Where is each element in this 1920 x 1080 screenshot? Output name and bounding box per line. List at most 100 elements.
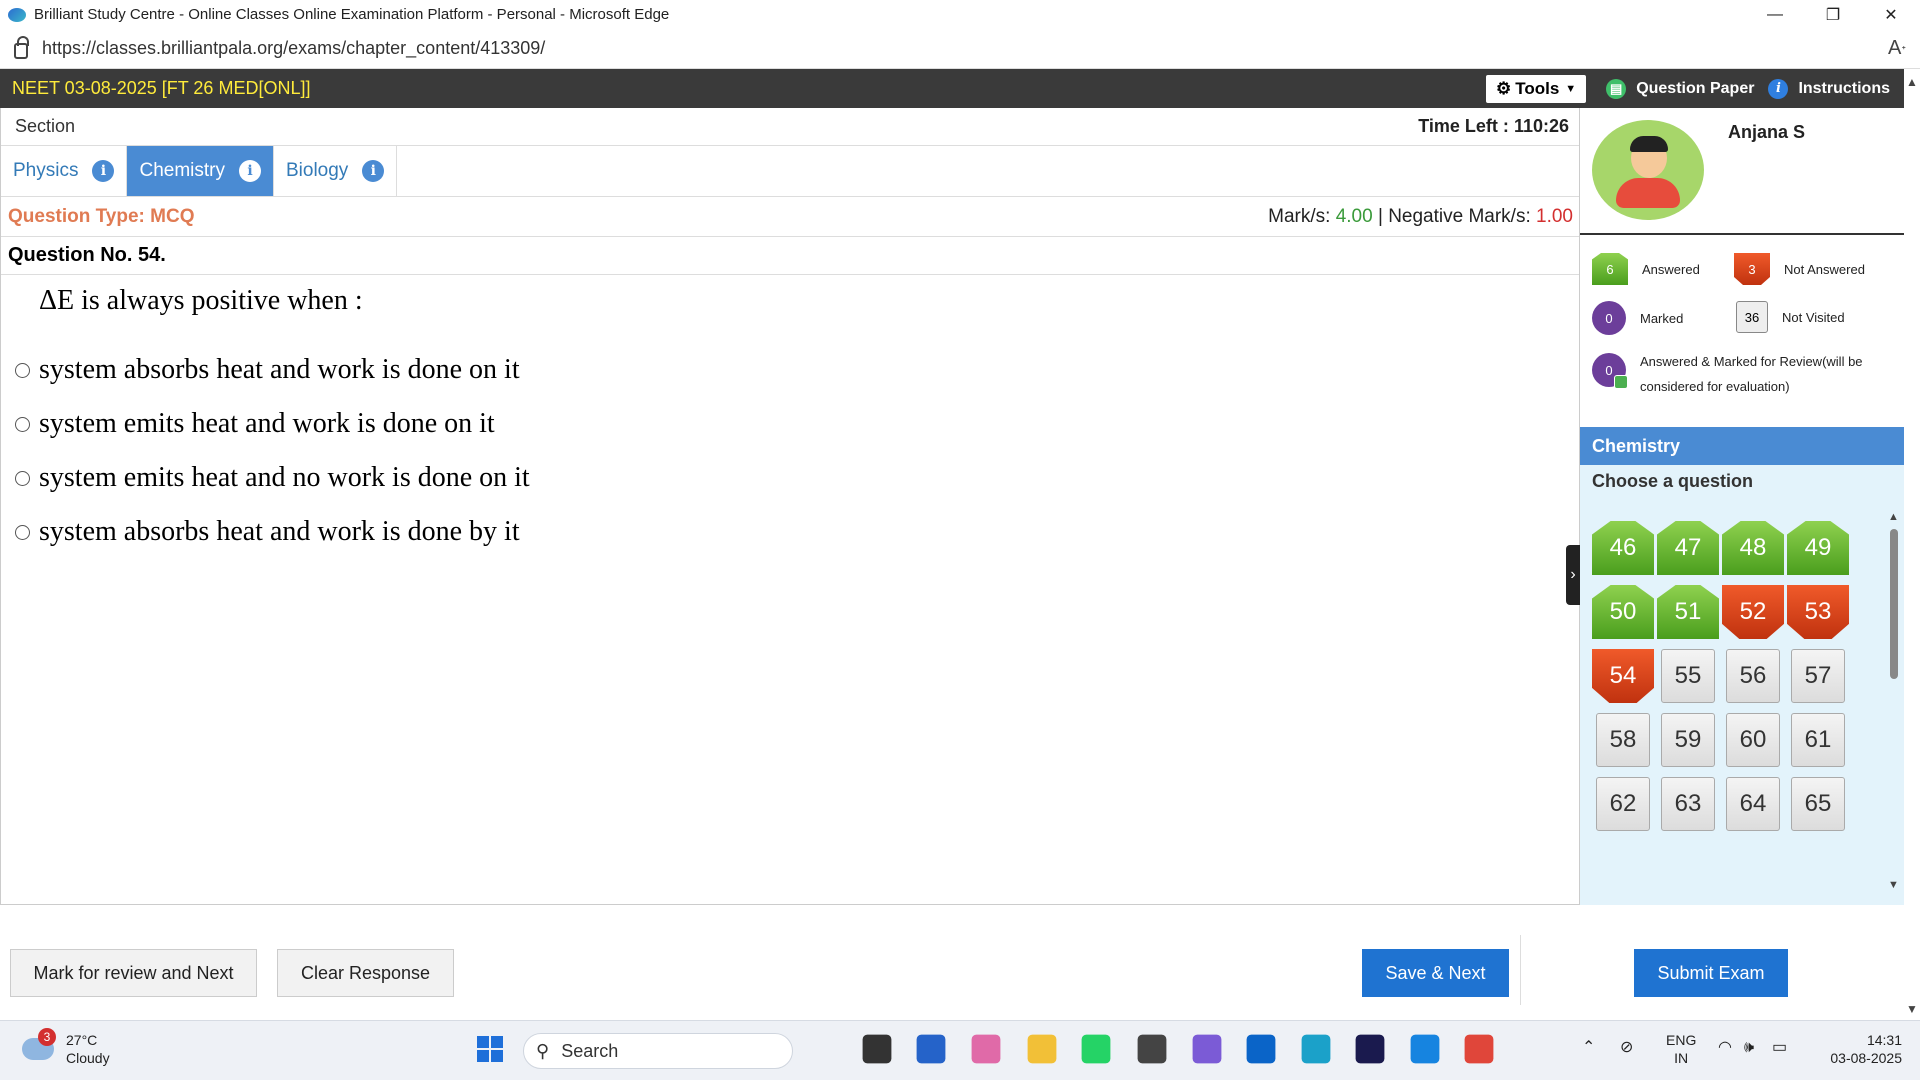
- question-button-63[interactable]: 63: [1661, 777, 1715, 831]
- question-button-65[interactable]: 65: [1791, 777, 1845, 831]
- question-paper-link[interactable]: ▤ Question Paper: [1606, 78, 1755, 99]
- tab-biology[interactable]: Biology i: [274, 146, 398, 196]
- chevron-up-icon[interactable]: ⌃: [1582, 1039, 1595, 1057]
- language-indicator[interactable]: ENG IN: [1666, 1031, 1696, 1067]
- scroll-up-icon[interactable]: ▲: [1906, 75, 1918, 89]
- question-paper-label: Question Paper: [1636, 79, 1755, 97]
- copilot-icon[interactable]: [971, 1034, 1001, 1064]
- tab-physics[interactable]: Physics i: [1, 146, 128, 196]
- submit-exam-button[interactable]: Submit Exam: [1634, 949, 1788, 997]
- question-button-47[interactable]: 47: [1657, 521, 1719, 575]
- dell-icon[interactable]: [1137, 1034, 1167, 1064]
- weather-widget[interactable]: 3 27°C Cloudy: [22, 1028, 110, 1067]
- question-button-60[interactable]: 60: [1726, 713, 1780, 767]
- scroll-thumb[interactable]: [1890, 529, 1898, 679]
- network-off-icon[interactable]: ⊘: [1620, 1039, 1633, 1057]
- m365-icon[interactable]: [1192, 1034, 1222, 1064]
- question-button-54[interactable]: 54: [1592, 649, 1654, 703]
- taskbar-search[interactable]: ⚲ Search: [523, 1033, 793, 1069]
- answered-badge: 6: [1592, 253, 1628, 285]
- temperature: 27°C: [66, 1032, 98, 1048]
- page-scrollbar[interactable]: ▲ ▼: [1904, 69, 1920, 1020]
- file-explorer-icon[interactable]: [1027, 1034, 1057, 1064]
- info-icon[interactable]: i: [238, 160, 261, 182]
- question-button-51[interactable]: 51: [1657, 585, 1719, 639]
- option-radio[interactable]: [15, 416, 30, 432]
- option-text[interactable]: system emits heat and work is done on it: [39, 408, 495, 440]
- option-radio[interactable]: [15, 524, 30, 540]
- clear-response-button[interactable]: Clear Response: [277, 949, 454, 997]
- option-radio[interactable]: [15, 362, 30, 378]
- question-button-53[interactable]: 53: [1787, 585, 1849, 639]
- task-view-icon[interactable]: [862, 1034, 892, 1064]
- edge-icon: [8, 7, 26, 22]
- question-button-50[interactable]: 50: [1592, 585, 1654, 639]
- notification-badge: 3: [38, 1028, 56, 1046]
- option-text[interactable]: system absorbs heat and work is done by …: [39, 516, 520, 548]
- chevron-right-icon: ›: [1570, 566, 1576, 583]
- panel-collapse-handle[interactable]: ›: [1566, 545, 1580, 605]
- option-text[interactable]: system emits heat and no work is done on…: [39, 462, 530, 494]
- whatsapp-icon[interactable]: [1081, 1034, 1111, 1064]
- scroll-up-icon[interactable]: ▲: [1888, 511, 1899, 523]
- question-button-58[interactable]: 58: [1596, 713, 1650, 767]
- question-button-46[interactable]: 46: [1592, 521, 1654, 575]
- info-icon[interactable]: i: [362, 160, 385, 182]
- question-button-56[interactable]: 56: [1726, 649, 1780, 703]
- question-button-57[interactable]: 57: [1791, 649, 1845, 703]
- instructions-link[interactable]: i Instructions: [1768, 78, 1890, 99]
- close-button[interactable]: ✕: [1862, 0, 1920, 29]
- question-button-48[interactable]: 48: [1722, 521, 1784, 575]
- info-icon[interactable]: i: [92, 160, 115, 182]
- question-button-64[interactable]: 64: [1726, 777, 1780, 831]
- url-text[interactable]: https://classes.brilliantpala.org/exams/…: [42, 38, 1888, 59]
- store-icon[interactable]: [916, 1034, 946, 1064]
- scroll-down-icon[interactable]: ▼: [1888, 879, 1899, 891]
- question-button-59[interactable]: 59: [1661, 713, 1715, 767]
- section-tabs: Physics i Chemistry i Biology i: [1, 146, 1579, 197]
- option-1[interactable]: system absorbs heat and work is done on …: [1, 343, 1579, 397]
- question-button-52[interactable]: 52: [1722, 585, 1784, 639]
- option-text[interactable]: system absorbs heat and work is done on …: [39, 354, 520, 386]
- window-title: Brilliant Study Centre - Online Classes …: [34, 6, 670, 23]
- outlook-icon[interactable]: [1246, 1034, 1276, 1064]
- edge-icon[interactable]: [1301, 1034, 1331, 1064]
- clock[interactable]: 14:31 03-08-2025: [1818, 1031, 1902, 1067]
- option-2[interactable]: system emits heat and work is done on it: [1, 397, 1579, 451]
- wifi-icon[interactable]: ◠: [1718, 1039, 1732, 1057]
- status-panel: Anjana S 6 Answered 3 Not Answered 0 Mar…: [1580, 108, 1904, 905]
- chrome-icon[interactable]: [1464, 1034, 1494, 1064]
- battery-icon[interactable]: ▭: [1772, 1039, 1787, 1057]
- legend-not-visited: 36 Not Visited: [1736, 301, 1845, 333]
- question-button-61[interactable]: 61: [1791, 713, 1845, 767]
- save-next-button[interactable]: Save & Next: [1362, 949, 1509, 997]
- option-3[interactable]: system emits heat and no work is done on…: [1, 451, 1579, 505]
- start-button[interactable]: [472, 1031, 508, 1067]
- profile-section: Anjana S: [1580, 108, 1904, 235]
- scroll-down-icon[interactable]: ▼: [1906, 1002, 1918, 1016]
- question-button-62[interactable]: 62: [1596, 777, 1650, 831]
- restore-button[interactable]: ❐: [1804, 0, 1862, 29]
- address-bar[interactable]: https://classes.brilliantpala.org/exams/…: [0, 29, 1920, 69]
- legend-answered: 6 Answered: [1592, 253, 1700, 285]
- option-4[interactable]: system absorbs heat and work is done by …: [1, 505, 1579, 559]
- tools-button[interactable]: ⚙ Tools ▼: [1485, 74, 1587, 103]
- app-icon[interactable]: [1410, 1034, 1440, 1064]
- webex-icon[interactable]: [1355, 1034, 1385, 1064]
- minimize-button[interactable]: —: [1746, 0, 1804, 29]
- option-radio[interactable]: [15, 470, 30, 486]
- question-button-49[interactable]: 49: [1787, 521, 1849, 575]
- mark-review-next-button[interactable]: Mark for review and Next: [10, 949, 257, 997]
- marked-label: Marked: [1640, 310, 1684, 326]
- lock-icon[interactable]: [14, 35, 29, 59]
- volume-icon[interactable]: 🕪: [1744, 1039, 1754, 1057]
- tab-chemistry[interactable]: Chemistry i: [127, 146, 274, 196]
- section-row: Section Time Left : 110:26: [1, 108, 1579, 146]
- marks-info: Mark/s: 4.00 | Negative Mark/s: 1.00: [1268, 206, 1573, 228]
- language-line1: ENG: [1666, 1032, 1697, 1048]
- question-button-55[interactable]: 55: [1661, 649, 1715, 703]
- time-left: Time Left : 110:26: [1418, 116, 1569, 137]
- question-type: Question Type: MCQ: [8, 205, 195, 227]
- palette-scrollbar[interactable]: ▲ ▼: [1888, 511, 1900, 891]
- read-aloud-icon[interactable]: Aᐩ: [1888, 37, 1906, 60]
